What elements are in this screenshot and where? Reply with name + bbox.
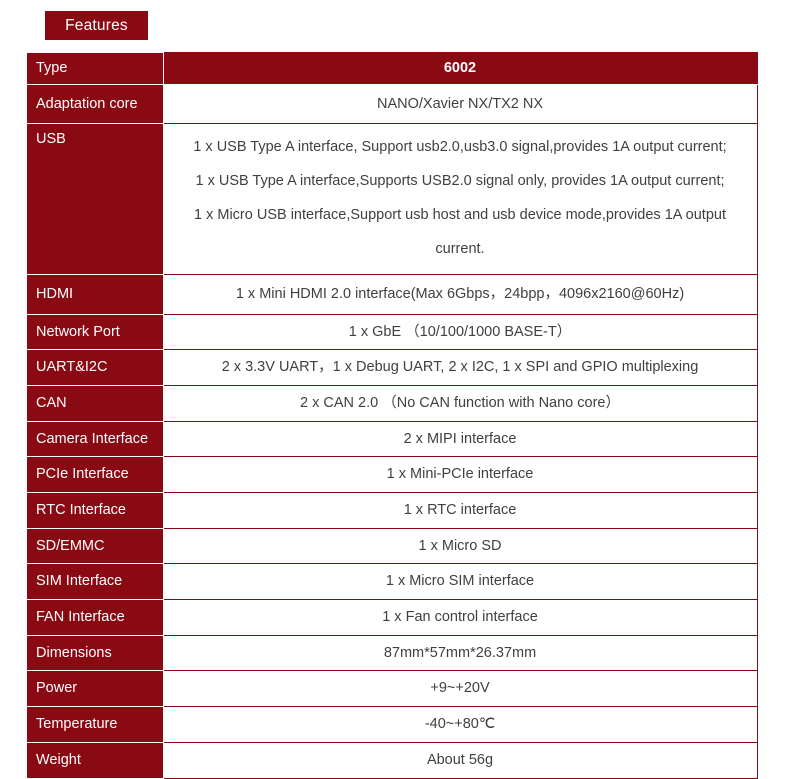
usb-line: 1 x Micro USB interface,Support usb host… — [194, 207, 726, 224]
spec-label-hdmi: HDMI — [27, 274, 164, 315]
spec-value-can: 2 x CAN 2.0 （No CAN function with Nano c… — [163, 385, 758, 422]
spec-label-sim-interface: SIM Interface — [27, 563, 164, 601]
table-row: Camera Interface 2 x MIPI interface — [27, 421, 758, 458]
spec-label-usb: USB — [27, 123, 164, 276]
usb-line: 1 x USB Type A interface, Support usb2.0… — [193, 139, 727, 156]
table-row: UART&I2C 2 x 3.3V UART，1 x Debug UART, 2… — [27, 349, 758, 387]
spec-label-sd-emmc: SD/EMMC — [27, 528, 164, 565]
spec-value-fan-interface: 1 x Fan control interface — [163, 599, 758, 636]
spec-value-rtc-interface: 1 x RTC interface — [163, 492, 758, 529]
table-row: USB 1 x USB Type A interface, Support us… — [27, 123, 758, 276]
spec-value-hdmi: 1 x Mini HDMI 2.0 interface(Max 6Gbps，24… — [163, 274, 758, 315]
usb-line: current. — [435, 241, 485, 258]
table-row: SD/EMMC 1 x Micro SD — [27, 528, 758, 565]
table-row: Network Port 1 x GbE （10/100/1000 BASE-T… — [27, 314, 758, 351]
column-header-type: Type — [27, 52, 164, 85]
features-banner-label: Features — [65, 16, 128, 34]
table-row: SIM Interface 1 x Micro SIM interface — [27, 563, 758, 601]
spec-value-usb: 1 x USB Type A interface, Support usb2.0… — [163, 123, 758, 276]
spec-label-camera-interface: Camera Interface — [27, 421, 164, 458]
spec-label-rtc-interface: RTC Interface — [27, 492, 164, 529]
spec-value-uart-i2c: 2 x 3.3V UART，1 x Debug UART, 2 x I2C, 1… — [163, 349, 758, 387]
spec-value-pcie-interface: 1 x Mini-PCIe interface — [163, 456, 758, 494]
spec-label-pcie-interface: PCIe Interface — [27, 456, 164, 494]
spec-label-can: CAN — [27, 385, 164, 422]
table-row: Adaptation core NANO/Xavier NX/TX2 NX — [27, 84, 758, 125]
spec-label-network-port: Network Port — [27, 314, 164, 351]
table-header-row: Type 6002 — [27, 52, 758, 85]
spec-value-camera-interface: 2 x MIPI interface — [163, 421, 758, 458]
column-header-model: 6002 — [163, 52, 758, 85]
spec-value-sim-interface: 1 x Micro SIM interface — [163, 563, 758, 601]
spec-value-temperature: -40~+80℃ — [163, 706, 758, 743]
spec-label-adaptation-core: Adaptation core — [27, 84, 164, 125]
spec-value-weight: About 56g — [163, 742, 758, 779]
usb-line-list: 1 x USB Type A interface, Support usb2.0… — [170, 131, 751, 267]
spec-label-dimensions: Dimensions — [27, 635, 164, 672]
table-row: RTC Interface 1 x RTC interface — [27, 492, 758, 529]
table-row: Power +9~+20V — [27, 670, 758, 708]
spec-label-power: Power — [27, 670, 164, 708]
spec-value-network-port: 1 x GbE （10/100/1000 BASE-T） — [163, 314, 758, 351]
spec-value-dimensions: 87mm*57mm*26.37mm — [163, 635, 758, 672]
features-banner: Features — [45, 11, 148, 40]
spec-label-uart-i2c: UART&I2C — [27, 349, 164, 387]
spec-value-adaptation-core: NANO/Xavier NX/TX2 NX — [163, 84, 758, 125]
spec-label-weight: Weight — [27, 742, 164, 779]
table-row: PCIe Interface 1 x Mini-PCIe interface — [27, 456, 758, 494]
table-row: Temperature -40~+80℃ — [27, 706, 758, 743]
table-row: CAN 2 x CAN 2.0 （No CAN function with Na… — [27, 385, 758, 422]
usb-line: 1 x USB Type A interface,Supports USB2.0… — [195, 173, 725, 190]
spec-value-sd-emmc: 1 x Micro SD — [163, 528, 758, 565]
spec-label-fan-interface: FAN Interface — [27, 599, 164, 636]
table-row: Dimensions 87mm*57mm*26.37mm — [27, 635, 758, 672]
table-row: FAN Interface 1 x Fan control interface — [27, 599, 758, 636]
spec-label-temperature: Temperature — [27, 706, 164, 743]
spec-value-power: +9~+20V — [163, 670, 758, 708]
table-row: HDMI 1 x Mini HDMI 2.0 interface(Max 6Gb… — [27, 274, 758, 315]
specifications-table: Type 6002 Adaptation core NANO/Xavier NX… — [27, 52, 758, 779]
table-row: Weight About 56g — [27, 742, 758, 779]
